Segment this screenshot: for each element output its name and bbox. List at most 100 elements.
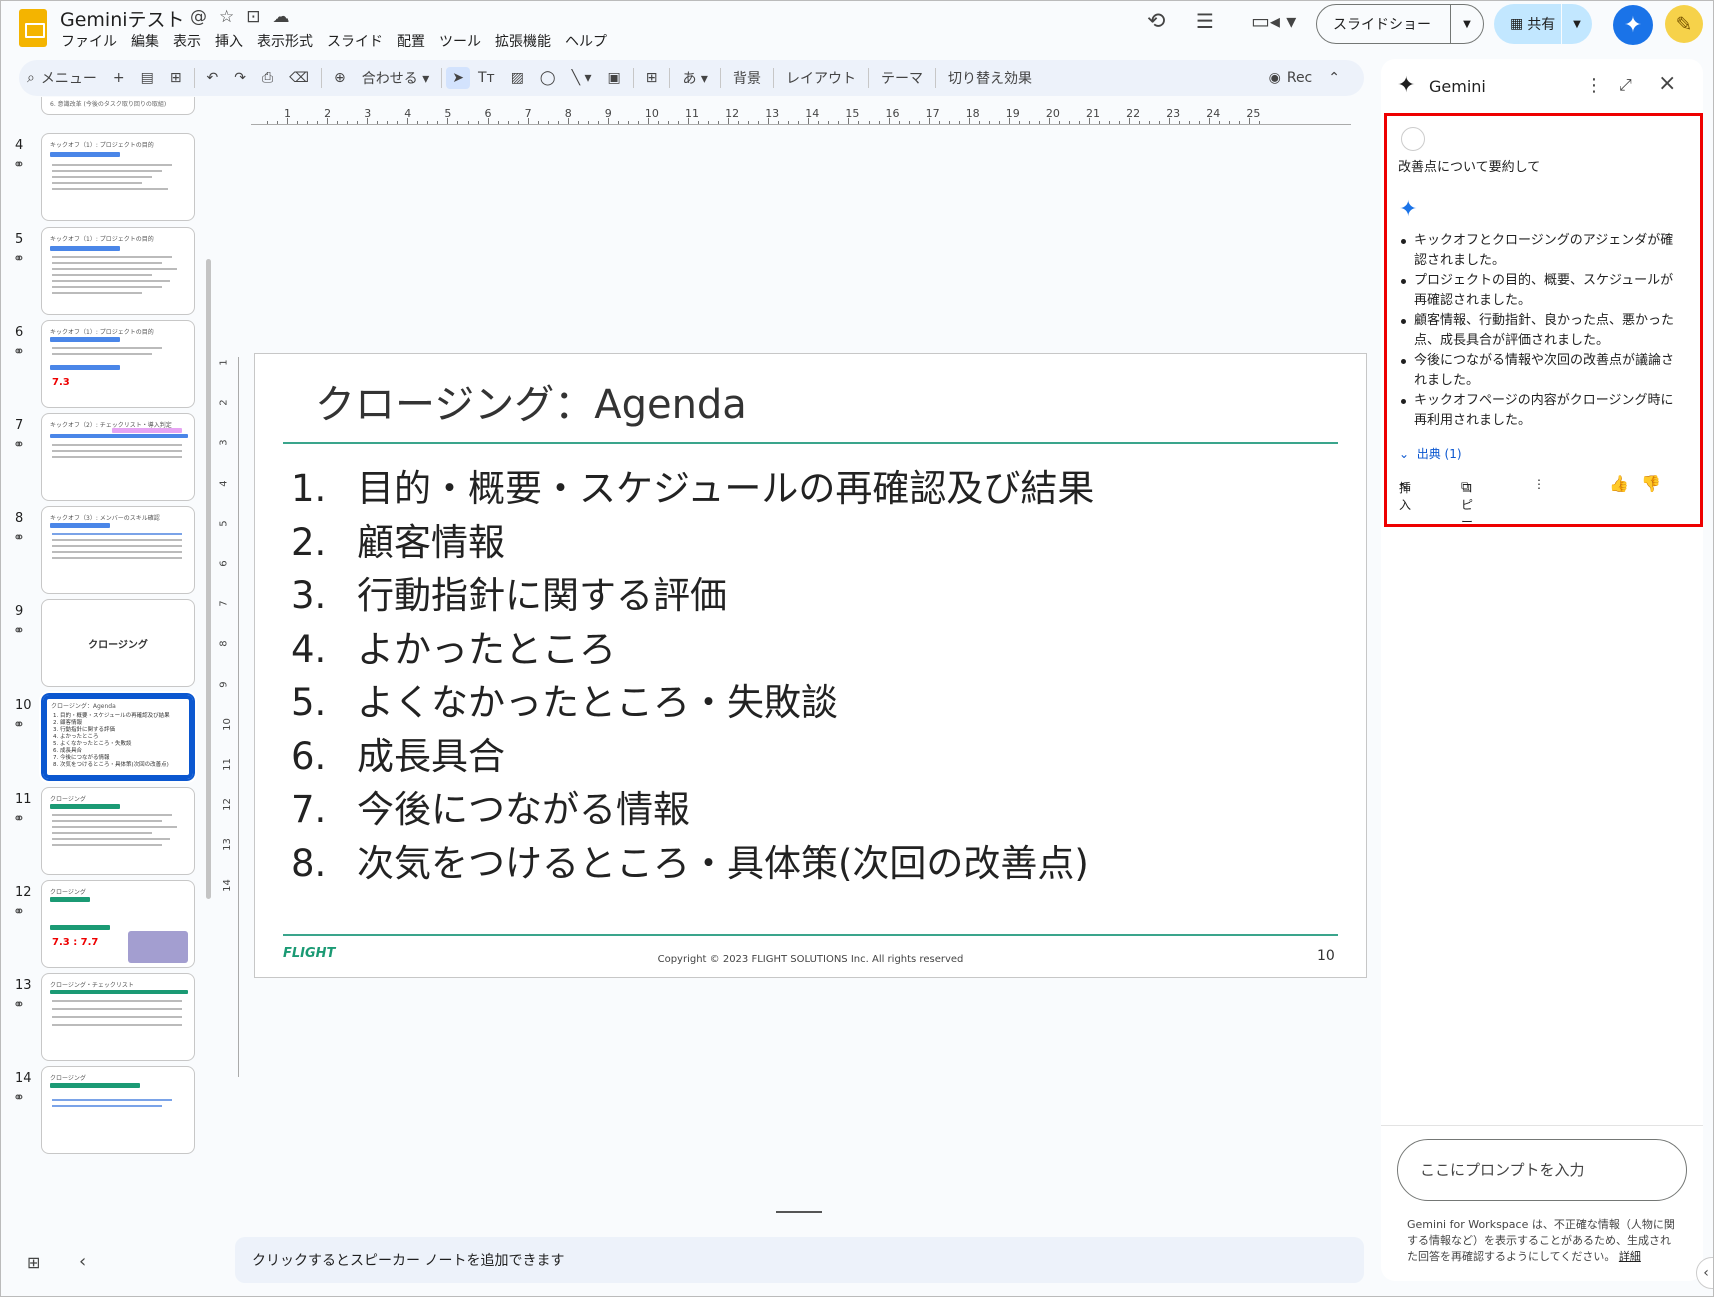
agenda-text: 行動指針に関する評価 [357, 574, 727, 617]
menu-file[interactable]: ファイル [59, 31, 125, 51]
shape-icon[interactable]: ◯ [532, 70, 564, 86]
transition-button[interactable]: 切り替え効果 [940, 68, 1040, 88]
slide-thumbnail[interactable]: キックオフ（1）: プロジェクトの目的 [41, 133, 195, 221]
share-label-wrap[interactable]: ▦ 共有 [1494, 4, 1562, 44]
menu-view[interactable]: 表示 [171, 31, 209, 51]
video-icon[interactable]: ▣ [600, 70, 629, 86]
thumbs-down-icon[interactable]: 👎 [1641, 474, 1661, 493]
slideshow-button[interactable]: スライドショー ▼ [1316, 4, 1484, 44]
slide-thumbnail[interactable]: キックオフ（1）: プロジェクトの目的 7.3 [41, 320, 195, 408]
document-title[interactable]: Geminiテスト [60, 5, 185, 32]
slide-thumbnail[interactable]: クロージング 7.3 : 7.7 [41, 880, 195, 968]
comment-add-icon[interactable]: ⊞ [638, 70, 666, 86]
slide-title[interactable]: クロージング：Agenda [315, 372, 747, 430]
menu-extensions[interactable]: 拡張機能 [493, 31, 559, 51]
horizontal-ruler[interactable]: 1 2 3 4 5 6 7 8 9 10 11 12 13 14 15 16 17 18 19 20 21 22 23 24 2… [251, 107, 1351, 125]
menu-search-button[interactable]: ⌕ メニュー [19, 68, 105, 88]
collapse-toolbar-icon[interactable]: ⌃ [1320, 70, 1348, 86]
ruler-tick [808, 118, 810, 124]
slide-canvas[interactable]: クロージング：Agenda 1. 目的・概要・スケジュールの再確認及び結果 2. 顧… [254, 353, 1367, 978]
menu-format[interactable]: 表示形式 [255, 31, 321, 51]
slides-logo-icon[interactable] [19, 9, 47, 47]
grid-view-icon[interactable]: ⊞ [27, 1253, 40, 1272]
speaker-notes[interactable]: クリックするとスピーカー ノートを追加できます [235, 1237, 1364, 1283]
menu-insert[interactable]: 挿入 [213, 31, 251, 51]
redo-icon[interactable]: ↷ [226, 70, 254, 86]
undo-icon[interactable]: ↶ [199, 70, 227, 86]
layout-button[interactable]: レイアウト [778, 68, 864, 88]
thumb-row-9[interactable]: 9 ⚭ クロージング [1, 599, 223, 691]
slideshow-label[interactable]: スライドショー [1317, 5, 1451, 43]
star-icon[interactable]: ☆ [219, 7, 234, 27]
sources-toggle[interactable]: ⌄ 出典 (1) [1399, 445, 1462, 462]
move-folder-icon[interactable]: ⊡ [246, 7, 260, 27]
agenda-list[interactable]: 1. 目的・概要・スケジュールの再確認及び結果 2. 顧客情報 3. 行動指針に関する… [291, 462, 1094, 890]
select-cursor-icon[interactable]: ➤ [446, 67, 470, 89]
thumb-row-10[interactable]: 10 ⚭ クロージング：Agenda 1. 目的・概要・スケジュールの再確認及び… [1, 691, 223, 785]
theme-button[interactable]: テーマ [873, 68, 931, 88]
slide-thumbnail[interactable]: クロージング [41, 599, 195, 687]
share-dropdown-icon[interactable]: ▼ [1562, 19, 1592, 30]
side-panel-toggle-icon[interactable]: ‹ [1696, 1257, 1713, 1289]
zoom-select[interactable]: 合わせる ▾ [354, 68, 437, 88]
filmstrip[interactable]: 6. 意識改革 (今後のタスク取り回りの取組) 4 ⚭ キックオフ（1）: プロ… [1, 97, 223, 1225]
close-icon[interactable]: × [1658, 71, 1676, 96]
slide-thumbnail[interactable]: クロージング [41, 787, 195, 875]
thumb-row-4[interactable]: 4 ⚭ キックオフ（1）: プロジェクトの目的 [1, 133, 223, 225]
gemini-sparkle-icon[interactable]: ✦ [1613, 5, 1653, 45]
slide-thumbnail[interactable]: キックオフ（1）: プロジェクトの目的 [41, 227, 195, 315]
expand-icon[interactable]: ⤢ [1619, 75, 1632, 95]
zoom-icon[interactable]: ⊕ [326, 70, 354, 86]
thumb-row-12[interactable]: 12 ⚭ クロージング 7.3 : 7.7 [1, 880, 223, 972]
thumbs-up-icon[interactable]: 👍 [1609, 474, 1629, 493]
agenda-text: 次気をつけるところ・具体策(次回の改善点) [357, 841, 1089, 885]
rec-button[interactable]: ◉ Rec [1261, 70, 1321, 86]
menu-tools[interactable]: ツール [437, 31, 489, 51]
version-history-icon[interactable]: ⟲ [1147, 9, 1165, 43]
slideshow-dropdown-icon[interactable]: ▼ [1451, 19, 1483, 30]
thumb-row-6[interactable]: 6 ⚭ キックオフ（1）: プロジェクトの目的 7.3 [1, 320, 223, 412]
thumb-row-7[interactable]: 7 ⚭ キックオフ（2）: チェックリスト・導入判定 [1, 413, 223, 505]
thumb-row-14[interactable]: 14 ⚭ クロージング [1, 1066, 223, 1158]
menu-slide[interactable]: スライド [325, 31, 391, 51]
slide-thumbnail[interactable]: クロージング・チェックリスト [41, 973, 195, 1061]
meet-camera-icon[interactable]: ▭◂ ▾ [1251, 9, 1296, 43]
thumb-row-8[interactable]: 8 ⚭ キックオフ（3）: メンバーのスキル確認 [1, 506, 223, 598]
notes-resize-handle[interactable] [776, 1211, 822, 1213]
menu-edit[interactable]: 編集 [129, 31, 167, 51]
at-icon[interactable]: @ [190, 7, 207, 27]
input-tools-select[interactable]: あ ▾ [674, 68, 715, 88]
comments-icon[interactable]: ☰ [1196, 9, 1214, 43]
thumb-row-11[interactable]: 11 ⚭ クロージング [1, 787, 223, 879]
thumb-agenda-item: 5. よくなかったところ・失敗談 [53, 741, 170, 748]
slide-thumbnail[interactable]: キックオフ（2）: チェックリスト・導入判定 [41, 413, 195, 501]
slide-thumbnail[interactable]: クロージング [41, 1066, 195, 1154]
details-link[interactable]: 詳細 [1619, 1250, 1641, 1263]
paint-format-icon[interactable]: ⌫ [281, 70, 317, 86]
avatar[interactable]: ✎ [1665, 5, 1703, 43]
text-box-icon[interactable]: Tт [470, 70, 503, 86]
print-icon[interactable]: ⎙ [254, 70, 281, 86]
add-slide-icon[interactable]: ⊞ [162, 70, 190, 86]
background-button[interactable]: 背景 [725, 68, 769, 88]
menu-help[interactable]: ヘルプ [563, 31, 615, 51]
thumb-row-5[interactable]: 5 ⚭ キックオフ（1）: プロジェクトの目的 [1, 227, 223, 319]
share-button[interactable]: ▦ 共有 ▼ [1494, 4, 1592, 44]
response-more-icon[interactable]: ⋮ [1533, 477, 1545, 491]
ruler-tick [978, 121, 980, 124]
more-options-icon[interactable]: ⋮ [1585, 75, 1603, 96]
cloud-status-icon[interactable]: ☁ [273, 7, 290, 27]
slide-thumbnail[interactable]: キックオフ（3）: メンバーのスキル確認 [41, 506, 195, 594]
prompt-input[interactable]: ここにプロンプトを入力 [1397, 1139, 1687, 1201]
collapse-filmstrip-icon[interactable]: ‹ [79, 1251, 86, 1272]
filmstrip-scrollbar[interactable] [206, 259, 211, 899]
menu-arrange[interactable]: 配置 [395, 31, 433, 51]
new-slide-icon[interactable]: + [105, 70, 133, 86]
line-icon[interactable]: ╲ ▾ [564, 70, 600, 86]
image-icon[interactable]: ▨ [503, 70, 532, 86]
slide-thumbnail-selected[interactable]: クロージング：Agenda 1. 目的・概要・スケジュールの再確認及び結果 2.… [39, 691, 197, 783]
thumb-row-13[interactable]: 13 ⚭ クロージング・チェックリスト [1, 973, 223, 1065]
layout-slide-icon[interactable]: ▤ [133, 70, 162, 86]
thumb-partial[interactable]: 6. 意識改革 (今後のタスク取り回りの取組) [41, 97, 195, 115]
vertical-ruler[interactable]: 1 2 3 4 5 6 7 8 9 10 11 12 13 14 [219, 357, 239, 1077]
